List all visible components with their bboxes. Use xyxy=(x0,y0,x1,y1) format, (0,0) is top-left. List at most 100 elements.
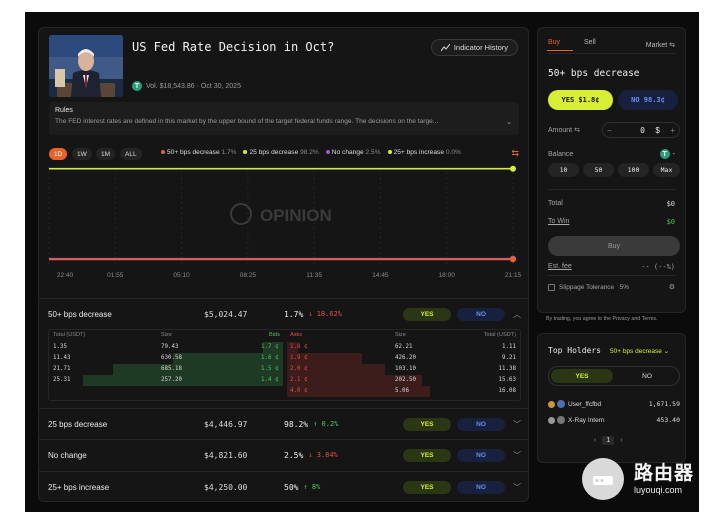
ask-size: 5.06 xyxy=(395,388,409,394)
holders-outcome-select[interactable]: 50+ bps decrease ⌄ xyxy=(610,347,669,355)
quick-amount-10[interactable]: 10 xyxy=(548,163,579,177)
indicator-history-button[interactable]: Indicator History xyxy=(430,39,518,56)
divider xyxy=(547,189,676,190)
outcome-name: 25+ bps increase xyxy=(48,482,110,492)
no-button[interactable]: NO xyxy=(457,448,505,462)
page-number[interactable]: 1 xyxy=(602,436,615,445)
ask-price: 1.9 ¢ xyxy=(290,355,308,361)
yes-button[interactable]: YES xyxy=(403,480,451,494)
holders-tab-yes[interactable]: YES xyxy=(551,369,613,383)
rules-box[interactable]: Rules The FED interest rates are defined… xyxy=(49,102,519,135)
no-button[interactable]: NO xyxy=(457,417,505,431)
tab-sell[interactable]: Sell xyxy=(584,39,596,46)
ask-price: 2.0 ¢ xyxy=(290,366,308,372)
rank-medal-icon xyxy=(548,416,555,424)
timeframe-1w[interactable]: 1W xyxy=(72,148,92,160)
change-badge: ↓ 3.84% xyxy=(308,451,338,459)
watermark-url: luyouqi.com xyxy=(634,485,683,495)
bid-total: 1.35 xyxy=(53,344,67,350)
outcome-volume: $4,446.97 xyxy=(204,419,248,429)
no-button[interactable]: NO xyxy=(457,307,505,321)
bid-total: 11.43 xyxy=(53,355,71,361)
x-tick-label: 05:10 xyxy=(173,272,190,279)
yes-button[interactable]: YES xyxy=(403,417,451,431)
chart-legend: 50+ bps decrease 1.7% 25 bps decrease 98… xyxy=(161,149,461,156)
outcome-name: 25 bps decrease xyxy=(48,419,108,429)
ask-size: 426.20 xyxy=(395,355,416,361)
timeframe-all[interactable]: ALL xyxy=(120,148,142,160)
holder-row[interactable]: X-Ray Intern 453.40 xyxy=(548,414,680,426)
bid-size: 685.18 xyxy=(161,366,182,372)
amount-stepper[interactable]: − 0 $ + xyxy=(602,122,680,138)
order-book: Total (USDT) Size Bids Asks Size Total (… xyxy=(48,329,521,401)
to-win-label: To Win xyxy=(548,218,570,225)
x-tick-label: 08:25 xyxy=(240,272,257,279)
holder-amount: 453.40 xyxy=(656,416,680,424)
no-button[interactable]: NO xyxy=(457,480,505,494)
ob-header-bids: Bids xyxy=(269,332,280,338)
sliders-icon[interactable]: ⇆ xyxy=(511,148,519,159)
opinion-watermark: OPINION xyxy=(230,203,332,225)
legend-item: 25+ bps increase 0.0% xyxy=(387,149,461,156)
holders-tab-no[interactable]: NO xyxy=(617,369,677,383)
plus-icon[interactable]: + xyxy=(670,126,675,135)
outcome-percent: 2.5% ↓ 3.84% xyxy=(284,450,338,460)
outcome-volume: $5,024.47 xyxy=(204,309,248,319)
bid-price: 1.4 ¢ xyxy=(261,377,279,383)
chevron-down-icon[interactable]: ﹀ xyxy=(513,482,521,493)
tab-buy[interactable]: Buy xyxy=(548,39,560,46)
chevron-right-icon[interactable]: › xyxy=(620,437,622,444)
holder-row[interactable]: User_ffcfbd 1,671.59 xyxy=(548,398,680,410)
chevron-left-icon[interactable]: ‹ xyxy=(594,437,596,444)
change-badge: ↑ 8% xyxy=(303,483,321,491)
amount-value[interactable]: 0 xyxy=(640,126,645,135)
minus-icon[interactable]: − xyxy=(607,126,612,135)
yes-button[interactable]: YES xyxy=(403,448,451,462)
timeframe-1d[interactable]: 1D xyxy=(49,148,68,160)
buy-button[interactable]: Buy xyxy=(548,236,680,256)
yes-button[interactable]: YES xyxy=(403,307,451,321)
legend-item: 25 bps decrease 98.2% xyxy=(243,149,319,156)
timeframe-1m[interactable]: 1M xyxy=(96,148,116,160)
to-win-value: $0 xyxy=(666,218,675,226)
ask-total: 1.11 xyxy=(502,344,516,350)
outcome-row[interactable]: 25+ bps increase $4,250.00 50% ↑ 8% YES N… xyxy=(39,471,528,501)
x-tick-label: 11:35 xyxy=(306,272,322,279)
quick-amount-50[interactable]: 50 xyxy=(583,163,614,177)
rules-title: Rules xyxy=(55,107,73,114)
series-endpoint xyxy=(510,256,516,263)
chevron-up-icon[interactable]: ︿ xyxy=(513,309,521,320)
outcome-percent: 1.7% ↓ 18.62% xyxy=(284,309,342,319)
terms-text: By trading, you agree to the Privacy and… xyxy=(546,316,658,322)
market-panel: US Fed Rate Decision in Oct? Indicator H… xyxy=(38,27,529,502)
ask-size: 202.50 xyxy=(395,377,416,383)
chevron-down-icon[interactable]: ﹀ xyxy=(513,450,521,461)
outcome-row[interactable]: No change $4,821.60 2.5% ↓ 3.84% YES NO ﹀ xyxy=(39,439,528,470)
chevron-down-icon[interactable]: ⌄ xyxy=(506,118,512,126)
buy-no-button[interactable]: NO 98.3¢ xyxy=(618,90,678,110)
divider xyxy=(547,53,676,54)
outcome-row[interactable]: 25 bps decrease $4,446.97 98.2% ↑ 0.2% YE… xyxy=(39,408,528,439)
quick-amount-max[interactable]: Max xyxy=(653,163,680,177)
chevron-down-icon[interactable]: ﹀ xyxy=(513,419,521,430)
market-image xyxy=(49,35,123,97)
chart-line-icon xyxy=(440,43,450,51)
avatar xyxy=(557,400,565,408)
gear-icon[interactable]: ⚙ xyxy=(669,283,675,291)
tether-icon: T xyxy=(659,149,670,159)
change-badge: ↑ 0.2% xyxy=(313,420,339,428)
buy-yes-button[interactable]: YES $1.8¢ xyxy=(548,90,613,110)
volume-info: T Vol. $18,543.86 · Oct 30, 2025 xyxy=(132,81,241,91)
ask-total: 16.08 xyxy=(498,388,516,394)
quick-amount-100[interactable]: 100 xyxy=(618,163,649,177)
bid-size: 630.58 xyxy=(161,355,182,361)
svg-text:OPINION: OPINION xyxy=(260,206,332,225)
ask-total: 9.21 xyxy=(502,355,516,361)
outcome-row[interactable]: 50+ bps decrease $5,024.47 1.7% ↓ 18.62% … xyxy=(39,298,528,329)
slippage-checkbox[interactable] xyxy=(548,284,555,291)
order-type-select[interactable]: Market ⇆ xyxy=(646,41,675,49)
indicator-history-label: Indicator History xyxy=(453,43,508,52)
ask-price: 1.8 ¢ xyxy=(290,344,308,350)
ob-header-size-ask: Size xyxy=(395,332,406,338)
chevron-down-icon: ⌄ xyxy=(663,348,670,355)
